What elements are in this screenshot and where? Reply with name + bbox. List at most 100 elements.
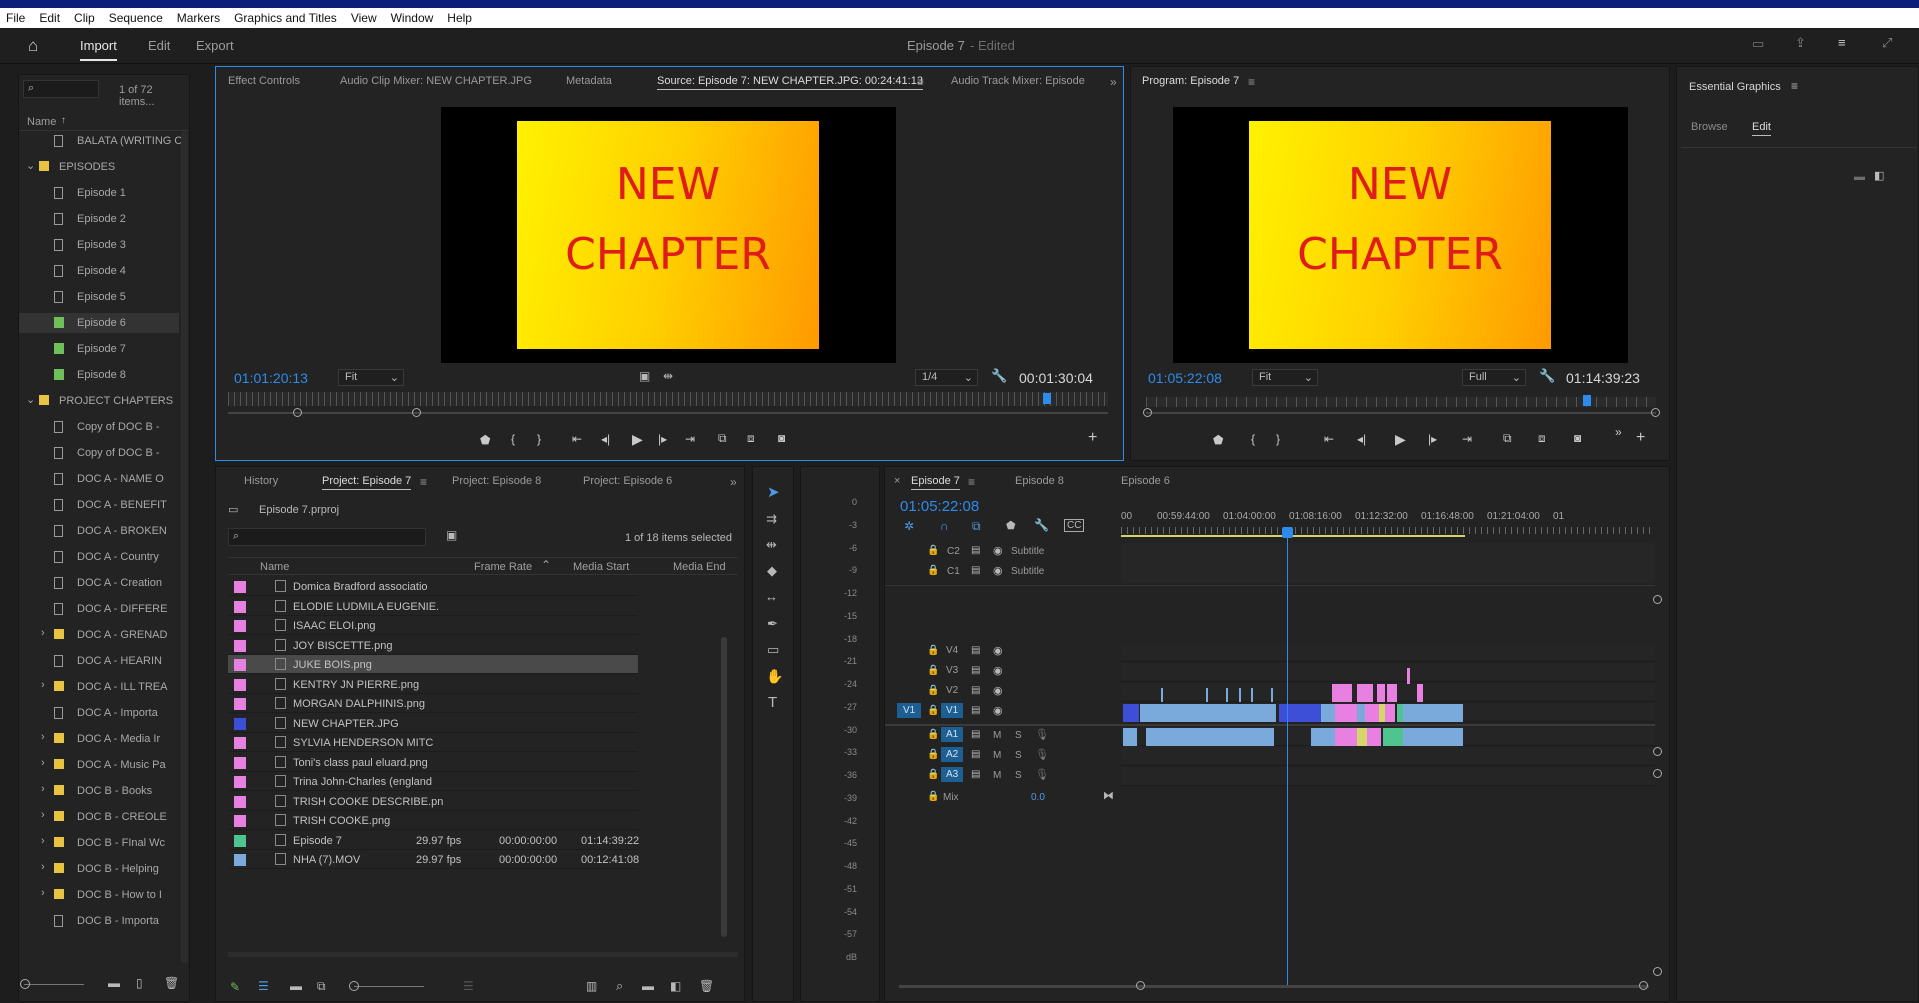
sync-lock-icon[interactable]: ▤ bbox=[971, 769, 980, 780]
audio-clip[interactable] bbox=[1367, 728, 1381, 746]
audio-clip[interactable] bbox=[1383, 728, 1403, 746]
add-button-icon[interactable]: + bbox=[1088, 429, 1097, 447]
mark-in-icon[interactable]: { bbox=[511, 432, 515, 446]
timeline-scroll-handle-v4[interactable] bbox=[1653, 967, 1662, 976]
tab-effect-controls[interactable]: Effect Controls bbox=[228, 75, 300, 87]
bin-item[interactable]: DOC A - NAME O bbox=[19, 469, 179, 489]
timeline-scroll-handle-v3[interactable] bbox=[1653, 769, 1662, 778]
bin-item[interactable]: › DOC A - Music Pa bbox=[19, 755, 179, 775]
image-clip[interactable] bbox=[1407, 668, 1410, 684]
eye-icon[interactable]: ◉ bbox=[993, 644, 1003, 657]
image-clip[interactable] bbox=[1332, 684, 1352, 702]
sync-lock-icon[interactable]: ▤ bbox=[971, 705, 980, 716]
go-to-in-icon[interactable]: ⇤ bbox=[572, 432, 582, 446]
mute-button[interactable]: M bbox=[993, 750, 1001, 761]
play-icon[interactable]: ▶ bbox=[1395, 431, 1406, 448]
play-icon[interactable]: ▶ bbox=[632, 431, 643, 448]
project-row[interactable]: Toni's class paul eluard.png bbox=[228, 753, 638, 772]
chevron-right-icon[interactable]: › bbox=[41, 783, 45, 795]
timeline-horizontal-scrollbar[interactable] bbox=[899, 985, 1649, 988]
audio-clip[interactable] bbox=[1146, 728, 1274, 746]
bin-item[interactable]: Episode 2 bbox=[19, 209, 179, 229]
selection-tool-icon[interactable]: ➤ bbox=[767, 483, 780, 501]
tab-history[interactable]: History bbox=[244, 475, 278, 487]
bin-search-input[interactable]: ⌕ bbox=[23, 80, 99, 98]
image-clip[interactable] bbox=[1385, 704, 1395, 722]
ripple-edit-tool-icon[interactable]: ⇹ bbox=[766, 537, 777, 553]
source-zoom-handle-left[interactable] bbox=[293, 408, 302, 417]
track-target-v2[interactable]: V2 bbox=[941, 683, 963, 698]
go-to-out-icon[interactable]: ⇥ bbox=[685, 432, 695, 446]
pencil-icon[interactable]: ✎ bbox=[230, 980, 240, 994]
bin-name-header[interactable]: Name ↑ bbox=[19, 113, 189, 131]
bin-item[interactable]: › DOC B - Helping bbox=[19, 859, 179, 879]
chevron-right-icon[interactable]: › bbox=[41, 887, 45, 899]
bin-item[interactable]: DOC A - Creation bbox=[19, 573, 179, 593]
bin-item[interactable]: Episode 4 bbox=[19, 261, 179, 281]
automate-to-sequence-icon[interactable]: ▥ bbox=[586, 979, 597, 993]
tab-essential-edit[interactable]: Edit bbox=[1752, 121, 1771, 136]
new-search-bin-icon[interactable]: ▣ bbox=[446, 528, 457, 542]
bin-item[interactable]: DOC A - Importa bbox=[19, 703, 179, 723]
video-clip[interactable] bbox=[1140, 704, 1276, 722]
lock-icon[interactable]: 🔒 bbox=[927, 645, 939, 656]
freeform-view-icon[interactable]: ⧉ bbox=[317, 979, 326, 994]
timeline-zoom-handle-right[interactable] bbox=[1639, 981, 1648, 990]
linked-selection-icon[interactable]: ⧉ bbox=[972, 519, 981, 534]
track-target-a2[interactable]: A2 bbox=[941, 747, 964, 762]
source-playhead[interactable] bbox=[1043, 393, 1051, 404]
go-to-out-icon[interactable]: ⇥ bbox=[1462, 432, 1472, 446]
lock-icon[interactable]: 🔒 bbox=[927, 705, 939, 716]
mute-button[interactable]: M bbox=[993, 770, 1001, 781]
marker-clip[interactable] bbox=[1251, 688, 1253, 702]
label-color-swatch[interactable] bbox=[234, 717, 246, 730]
add-marker-icon[interactable]: ⬟ bbox=[1006, 519, 1016, 532]
insert-icon[interactable]: ⧉ bbox=[718, 431, 727, 446]
sync-lock-icon[interactable]: ▤ bbox=[971, 665, 980, 676]
project-row[interactable]: ELODIE LUDMILA EUGENIE. bbox=[228, 597, 638, 616]
timeline-panel-menu-icon[interactable]: ≡ bbox=[968, 475, 975, 489]
workspaces-icon[interactable]: ▭ bbox=[1752, 36, 1764, 52]
share-icon[interactable]: ⇪ bbox=[1795, 35, 1806, 51]
video-clip[interactable] bbox=[1123, 704, 1139, 722]
bin-item[interactable]: Episode 8 bbox=[19, 365, 179, 385]
label-color-swatch[interactable] bbox=[234, 581, 246, 593]
image-clip[interactable] bbox=[1377, 684, 1385, 702]
clear-icon[interactable]: 🗑 bbox=[164, 976, 179, 990]
bin-item[interactable]: BALATA (WRITING OF bbox=[19, 131, 185, 151]
wrench-icon[interactable]: 🔧 bbox=[1539, 368, 1555, 384]
project-row[interactable]: JOY BISCETTE.png bbox=[228, 636, 638, 655]
export-frame-icon[interactable]: ◙ bbox=[778, 431, 785, 445]
bin-item[interactable]: ⌄ EPISODES bbox=[19, 157, 179, 177]
tab-sequence-episode-7[interactable]: Episode 7 bbox=[911, 475, 960, 490]
chevron-right-icon[interactable]: › bbox=[41, 757, 45, 769]
program-zoom-handle-left[interactable] bbox=[1143, 408, 1152, 417]
mark-out-icon[interactable]: } bbox=[1276, 432, 1280, 446]
nest-icon[interactable]: ✲ bbox=[904, 519, 914, 533]
sync-lock-icon[interactable]: ▤ bbox=[971, 565, 980, 576]
sync-lock-icon[interactable]: ▤ bbox=[971, 685, 980, 696]
lock-icon[interactable]: 🔒 bbox=[927, 685, 939, 696]
bin-item[interactable]: › DOC B - CREOLE bbox=[19, 807, 179, 827]
microphone-icon[interactable]: 🎙 bbox=[1035, 768, 1049, 781]
label-color-swatch[interactable] bbox=[234, 795, 246, 808]
bin-item[interactable]: › DOC B - How to I bbox=[19, 885, 179, 905]
bin-item[interactable]: DOC A - DIFFERE bbox=[19, 599, 179, 619]
bin-item[interactable]: Copy of DOC B - bbox=[19, 443, 179, 463]
tab-source[interactable]: Source: Episode 7: NEW CHAPTER.JPG: 00:2… bbox=[657, 75, 923, 90]
tab-sequence-episode-8[interactable]: Episode 8 bbox=[1015, 475, 1064, 487]
track-target-v3[interactable]: V3 bbox=[941, 663, 963, 678]
step-forward-icon[interactable]: |▸ bbox=[1428, 432, 1437, 446]
bin-item[interactable]: ⌄ PROJECT CHAPTERS bbox=[19, 391, 179, 411]
sync-lock-icon[interactable]: ▤ bbox=[971, 729, 980, 740]
eye-icon[interactable]: ◉ bbox=[993, 664, 1003, 677]
new-bin-icon[interactable]: ▬ bbox=[108, 976, 120, 990]
tab-audio-clip-mixer[interactable]: Audio Clip Mixer: NEW CHAPTER.JPG bbox=[340, 75, 532, 87]
menu-sequence[interactable]: Sequence bbox=[109, 11, 163, 25]
menu-file[interactable]: File bbox=[6, 11, 25, 25]
program-time-ruler[interactable] bbox=[1146, 397, 1656, 407]
program-zoom-bar[interactable] bbox=[1146, 412, 1656, 414]
video-track-lane[interactable] bbox=[1121, 663, 1655, 682]
fullscreen-icon[interactable]: ⤢ bbox=[1882, 35, 1892, 51]
menu-clip[interactable]: Clip bbox=[74, 11, 95, 25]
